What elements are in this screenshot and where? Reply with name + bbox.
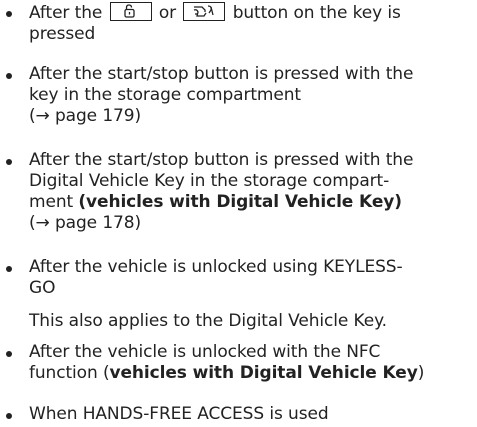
bullet <box>6 159 12 165</box>
bullet <box>6 73 12 79</box>
item-line: After the start/stop button is pressed w… <box>29 150 414 170</box>
tailgate-key-icon <box>183 2 226 21</box>
list-item: After the vehicle is unlocked using KEYL… <box>0 257 403 332</box>
item-text: ment <box>29 192 79 212</box>
unlock-key-icon <box>109 2 152 21</box>
item-line: After the vehicle is unlocked with the N… <box>29 342 381 362</box>
item-text: or <box>158 3 177 23</box>
vehicle-condition: vehicles with Digital Vehicle Key <box>109 363 418 383</box>
vehicle-condition: (vehicles with Digital Vehicle Key) <box>78 192 402 212</box>
item-line: key in the storage compartment <box>29 85 301 105</box>
item-line: After the start/stop button is pressed w… <box>29 64 414 84</box>
bullet <box>6 413 12 419</box>
item-text: After the <box>29 3 103 23</box>
list-item: After the start/stop button is pressed w… <box>0 150 413 234</box>
list-item: When HANDS-FREE ACCESS is used <box>0 404 329 425</box>
list-item: After the start/stop button is pressed w… <box>0 64 413 127</box>
bullet <box>6 351 12 357</box>
item-line: pressed <box>29 24 96 44</box>
item-line: GO <box>29 278 56 298</box>
item-text: function ( <box>29 363 110 383</box>
item-note: This also applies to the Digital Vehicle… <box>29 311 387 331</box>
item-line: After the vehicle is unlocked using KEYL… <box>29 257 403 277</box>
item-line: function (vehicles with Digital Vehicle … <box>29 363 424 384</box>
item-line: When HANDS-FREE ACCESS is used <box>29 404 329 424</box>
list-item: After the or button on the key is presse… <box>0 2 401 45</box>
list-item: After the vehicle is unlocked with the N… <box>0 342 424 384</box>
item-line: After the or button on the key is <box>29 2 401 24</box>
page-reference: (→ page 178) <box>29 213 142 233</box>
item-line: ment (vehicles with Digital Vehicle Key) <box>29 192 413 213</box>
page-reference: (→ page 179) <box>29 106 142 126</box>
bullet <box>6 266 12 272</box>
bullet <box>6 11 12 17</box>
item-text: button on the key is <box>232 3 401 23</box>
item-text: ) <box>417 363 425 383</box>
item-line: Digital Vehicle Key in the storage compa… <box>29 171 390 191</box>
